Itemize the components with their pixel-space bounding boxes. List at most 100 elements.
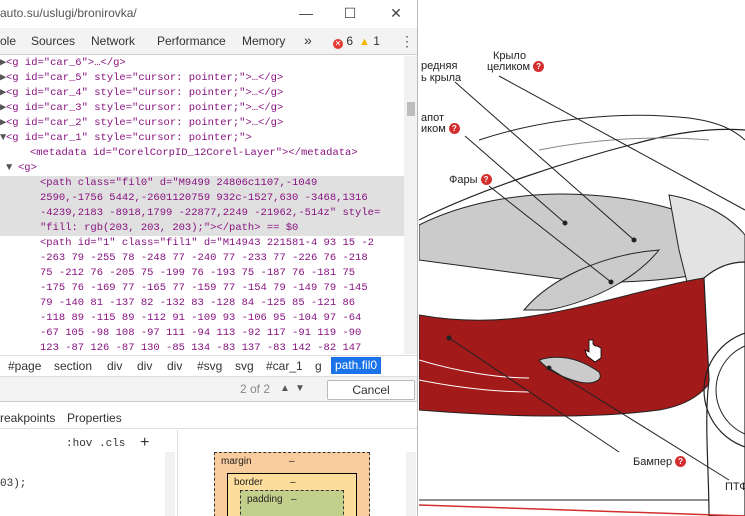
dom-node-text: <path id="1" class="fil1" d="M14943 2215… bbox=[40, 237, 374, 249]
help-icon[interactable]: ? bbox=[480, 174, 492, 185]
minimize-button[interactable]: — bbox=[296, 4, 316, 22]
scrollbar-thumb[interactable] bbox=[407, 102, 415, 116]
dom-tree-node[interactable]: <path class="fil0" d="M9499 24806c1107,-… bbox=[0, 176, 404, 191]
warning-count: 1 bbox=[373, 34, 380, 48]
window-titlebar: auto.su/uslugi/bronirovka/ — ☐ ✕ bbox=[0, 0, 417, 27]
box-model-scrollbar[interactable] bbox=[406, 452, 416, 516]
dom-tree-node[interactable]: 2590,-1756 5442,-2601120759 932c-1527,63… bbox=[0, 191, 404, 206]
dom-tree-node[interactable]: ▼ <g> bbox=[0, 161, 404, 176]
hov-cls-toggle[interactable]: :hov .cls bbox=[66, 438, 125, 450]
dom-tree-node[interactable]: 79 -140 81 -137 82 -132 83 -128 84 -125 … bbox=[0, 296, 404, 311]
label-headlights[interactable]: Фары? bbox=[449, 174, 492, 186]
box-model-margin: margin – border – padding – bbox=[214, 452, 370, 516]
dom-node-text: -4239,2183 -8918,1799 -22877,2249 -21962… bbox=[40, 207, 381, 219]
label-front-fender-line2[interactable]: ь крыла bbox=[421, 72, 461, 84]
devtools-window: auto.su/uslugi/bronirovka/ — ☐ ✕ ole Sou… bbox=[0, 0, 418, 516]
dom-node-text: "fill: rgb(203, 203, 203);"></path> == $… bbox=[40, 222, 299, 234]
border-label: border bbox=[234, 477, 263, 488]
label-ptf[interactable]: ПТФ bbox=[725, 481, 745, 493]
help-icon[interactable]: ? bbox=[533, 61, 545, 72]
search-match-count: 2 of 2 bbox=[240, 382, 271, 396]
dom-tree-node[interactable]: -175 76 -169 77 -165 77 -159 77 -154 79 … bbox=[0, 281, 404, 296]
dom-node-text: -67 105 -98 108 -97 111 -94 113 -92 117 … bbox=[40, 327, 362, 339]
more-tabs-icon[interactable]: » bbox=[304, 32, 312, 48]
devtools-tab-bar: ole Sources Network Performance Memory »… bbox=[0, 28, 417, 55]
label-wing-line2[interactable]: целиком? bbox=[487, 61, 545, 73]
dom-node-text: 123 -87 126 -87 130 -85 134 -83 137 -83 … bbox=[40, 342, 362, 354]
tab-memory[interactable]: Memory bbox=[242, 34, 285, 48]
breadcrumb-item[interactable]: #car_1 bbox=[266, 359, 303, 373]
dom-tree-node[interactable]: <metadata id="CorelCorpID_12Corel-Layer"… bbox=[0, 146, 404, 161]
lower-tab-bar: reakpoints Properties bbox=[0, 403, 417, 429]
label-front-fender-line1[interactable]: редняя bbox=[421, 60, 457, 72]
add-rule-icon[interactable]: + bbox=[140, 434, 149, 452]
dom-tree-node[interactable]: -4239,2183 -8918,1799 -22877,2249 -21962… bbox=[0, 206, 404, 221]
breadcrumb-item[interactable]: #svg bbox=[197, 359, 222, 373]
dom-node-text: 79 -140 81 -137 82 -132 83 -128 84 -125 … bbox=[40, 297, 356, 309]
search-prev-icon[interactable]: ▲ bbox=[278, 381, 292, 397]
breadcrumb-item[interactable]: div bbox=[167, 359, 182, 373]
dom-tree-node[interactable]: ▶ <g id="car_3" style="cursor: pointer;">… bbox=[0, 101, 404, 116]
breadcrumb-item[interactable]: g bbox=[315, 359, 322, 373]
dom-node-text: <g id="car_6">…</g> bbox=[6, 57, 126, 69]
dom-tree-node[interactable]: ▶ <g id="car_4" style="cursor: pointer;">… bbox=[0, 86, 404, 101]
dom-node-text: <metadata id="CorelCorpID_12Corel-Layer"… bbox=[30, 147, 358, 159]
close-button[interactable]: ✕ bbox=[386, 4, 406, 22]
dom-tree-node[interactable]: ▶ <g id="car_6">…</g> bbox=[0, 56, 404, 71]
help-icon[interactable]: ? bbox=[448, 123, 460, 134]
breadcrumb-item-active[interactable]: path.fil0 bbox=[331, 357, 382, 374]
help-icon[interactable]: ? bbox=[675, 456, 687, 467]
dom-tree-node[interactable]: -263 79 -255 78 -248 77 -240 77 -233 77 … bbox=[0, 251, 404, 266]
tab-breakpoints[interactable]: reakpoints bbox=[0, 411, 55, 425]
maximize-button[interactable]: ☐ bbox=[340, 4, 360, 22]
dom-tree-node[interactable]: 75 -212 76 -205 75 -199 76 -193 75 -187 … bbox=[0, 266, 404, 281]
styles-pane: :hov .cls + 03); bbox=[0, 430, 178, 516]
search-cancel-button[interactable]: Cancel bbox=[327, 380, 415, 400]
expand-arrow-icon[interactable]: ▼ bbox=[6, 161, 12, 176]
padding-value[interactable]: – bbox=[291, 494, 297, 505]
roof-line bbox=[478, 114, 745, 141]
tab-sources[interactable]: Sources bbox=[31, 34, 75, 48]
leader-dot bbox=[446, 335, 452, 341]
dom-node-text: <g id="car_2" style="cursor: pointer;">…… bbox=[6, 117, 284, 129]
dom-tree-node[interactable]: ▶ <g id="car_2" style="cursor: pointer;">… bbox=[0, 116, 404, 131]
leader-dot bbox=[546, 365, 552, 371]
label-hood-line2[interactable]: иком? bbox=[421, 123, 460, 135]
tab-properties[interactable]: Properties bbox=[67, 411, 122, 425]
tab-performance[interactable]: Performance bbox=[157, 34, 226, 48]
breadcrumb-item[interactable]: #page bbox=[8, 359, 41, 373]
error-count-badge[interactable]: ✕ 6 bbox=[333, 34, 353, 49]
margin-value[interactable]: – bbox=[289, 456, 295, 467]
dom-node-text: <g id="car_5" style="cursor: pointer;">…… bbox=[6, 72, 284, 84]
breadcrumb-item[interactable]: div bbox=[137, 359, 152, 373]
label-wing-text-2: целиком bbox=[487, 61, 531, 73]
dom-tree-node[interactable]: ▶ <g id="car_5" style="cursor: pointer;">… bbox=[0, 71, 404, 86]
border-value[interactable]: – bbox=[290, 477, 296, 488]
dom-node-text: -175 76 -169 77 -165 77 -159 77 -154 79 … bbox=[40, 282, 368, 294]
dom-tree-node[interactable]: -67 105 -98 108 -97 111 -94 113 -92 117 … bbox=[0, 326, 404, 341]
search-next-icon[interactable]: ▼ bbox=[293, 381, 307, 397]
dom-tree-node[interactable]: 123 -87 126 -87 130 -85 134 -83 137 -83 … bbox=[0, 341, 404, 354]
dom-tree-node[interactable]: -118 89 -115 89 -112 91 -109 93 -106 95 … bbox=[0, 311, 404, 326]
devtools-menu-icon[interactable]: ⋮ bbox=[400, 33, 414, 50]
tab-network[interactable]: Network bbox=[91, 34, 135, 48]
elements-scrollbar[interactable] bbox=[404, 56, 417, 354]
dom-node-text: -263 79 -255 78 -248 77 -240 77 -233 77 … bbox=[40, 252, 368, 264]
label-bumper[interactable]: Бампер? bbox=[633, 456, 687, 468]
label-bumper-text: Бампер bbox=[633, 456, 673, 468]
elements-tree: ▶ <g id="car_6">…</g> ▶ <g id="car_5" style… bbox=[0, 56, 404, 354]
search-bar: 2 of 2 ▲ ▼ Cancel bbox=[0, 376, 417, 402]
tab-console[interactable]: ole bbox=[0, 34, 16, 48]
dom-node-text: 75 -212 76 -205 75 -199 76 -193 75 -187 … bbox=[40, 267, 356, 279]
breadcrumb: #page section div div div #svg svg #car_… bbox=[0, 355, 417, 375]
dom-node-text: <g id="car_4" style="cursor: pointer;">…… bbox=[6, 87, 284, 99]
bottom-edge bbox=[419, 504, 745, 516]
styles-scrollbar[interactable] bbox=[165, 452, 175, 516]
dom-tree-node[interactable]: <path id="1" class="fil1" d="M14943 2215… bbox=[0, 236, 404, 251]
breadcrumb-item[interactable]: svg bbox=[235, 359, 254, 373]
dom-tree-node[interactable]: "fill: rgb(203, 203, 203);"></path> == $… bbox=[0, 221, 404, 236]
breadcrumb-item[interactable]: div bbox=[107, 359, 122, 373]
breadcrumb-item[interactable]: section bbox=[54, 359, 92, 373]
dom-tree-node[interactable]: ▼ <g id="car_1" style="cursor: pointer;"> bbox=[0, 131, 404, 146]
warning-count-badge[interactable]: ▲ 1 bbox=[359, 34, 380, 48]
